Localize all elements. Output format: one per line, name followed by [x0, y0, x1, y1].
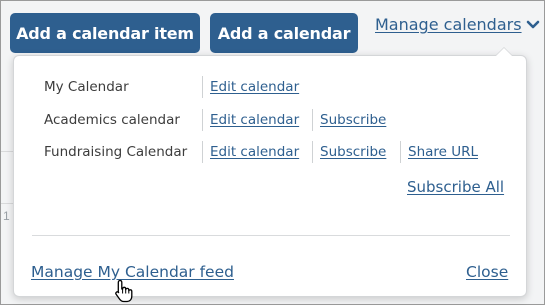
day-number: 1	[3, 209, 10, 223]
subscribe-all-link[interactable]: Subscribe All	[407, 178, 504, 196]
manage-calendars-toggle[interactable]: Manage calendars	[375, 15, 540, 34]
separator	[312, 141, 313, 163]
edit-calendar-link[interactable]: Edit calendar	[210, 112, 299, 128]
edit-calendar-link[interactable]: Edit calendar	[210, 144, 299, 160]
grid-line	[1, 151, 13, 152]
calendar-name: Academics calendar	[44, 112, 180, 128]
separator	[202, 76, 203, 98]
dropdown-caret	[496, 48, 512, 56]
background-calendar-grid: 1	[1, 151, 13, 306]
close-link[interactable]: Close	[466, 263, 508, 281]
chevron-down-icon	[526, 20, 539, 28]
separator	[202, 141, 203, 163]
add-calendar-item-button[interactable]: Add a calendar item	[10, 13, 200, 53]
hand-pointer-icon	[115, 279, 133, 303]
manage-calendars-dropdown: My Calendar Edit calendar Academics cale…	[13, 48, 527, 297]
subscribe-link[interactable]: Subscribe	[320, 144, 386, 160]
add-calendar-button[interactable]: Add a calendar	[210, 13, 358, 53]
share-url-link[interactable]: Share URL	[408, 144, 478, 160]
divider	[32, 235, 510, 236]
app-frame: 1 Add a calendar item Add a calendar Man…	[0, 0, 545, 305]
calendar-name: Fundraising Calendar	[44, 144, 188, 160]
separator	[202, 109, 203, 131]
edit-calendar-link[interactable]: Edit calendar	[210, 79, 299, 95]
separator	[400, 141, 401, 163]
separator	[312, 109, 313, 131]
grid-line	[1, 203, 13, 204]
manage-calendars-label: Manage calendars	[375, 15, 522, 34]
subscribe-link[interactable]: Subscribe	[320, 112, 386, 128]
calendar-name: My Calendar	[44, 79, 129, 95]
